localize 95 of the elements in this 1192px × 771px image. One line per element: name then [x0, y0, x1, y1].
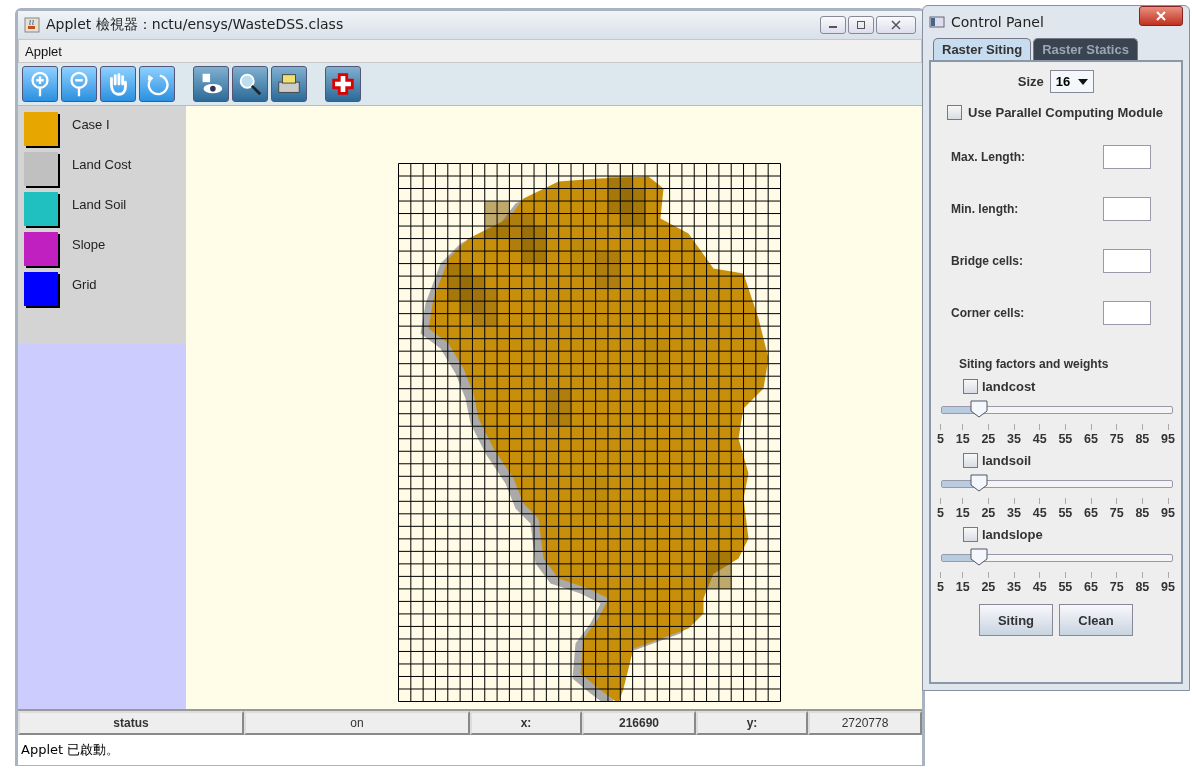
tick-label: 5 — [937, 506, 944, 520]
tick-label: 55 — [1058, 506, 1073, 520]
input-field[interactable] — [1103, 249, 1151, 273]
tick-label: 55 — [1058, 432, 1073, 446]
field-label: Min. length: — [951, 202, 1019, 216]
checkbox-label: landslope — [982, 527, 1043, 542]
action-button[interactable]: Clean — [1059, 604, 1133, 636]
tick-label: 75 — [1109, 506, 1124, 520]
legend-label: Case I — [72, 117, 110, 132]
tick-label: 15 — [955, 432, 970, 446]
slider-thumb[interactable] — [969, 400, 988, 418]
tab[interactable]: Raster Statics — [1033, 38, 1138, 60]
tick-label: 5 — [937, 580, 944, 594]
field-label: Max. Length: — [951, 150, 1025, 164]
tick-label: 25 — [981, 580, 996, 594]
window-title: Applet 檢視器：nctu/ensys/WasteDSS.class — [46, 16, 344, 34]
status-cell: 2720778 — [808, 711, 922, 735]
checkbox[interactable] — [963, 453, 978, 468]
checkbox-label: landsoil — [982, 453, 1032, 468]
checkbox[interactable] — [947, 105, 962, 120]
tick-label: 25 — [981, 432, 996, 446]
minimize-button[interactable] — [820, 16, 846, 34]
checkbox-label: landcost — [982, 379, 1036, 394]
help-button[interactable] — [325, 66, 361, 102]
size-label: Size — [1017, 74, 1044, 89]
print-button[interactable] — [271, 66, 307, 102]
tick-label: 85 — [1135, 580, 1150, 594]
input-field[interactable] — [1103, 301, 1151, 325]
legend-label: Land Soil — [72, 197, 127, 212]
tick-label: 5 — [937, 432, 944, 446]
slider-thumb[interactable] — [969, 474, 988, 492]
legend-swatch[interactable] — [24, 192, 58, 226]
slider-thumb[interactable] — [969, 548, 988, 566]
tick-label: 35 — [1007, 580, 1021, 594]
tick-label: 45 — [1032, 432, 1047, 446]
tick-label: 45 — [1032, 506, 1047, 520]
tick-label: 25 — [981, 506, 996, 520]
legend-label: Grid — [72, 277, 97, 292]
field-label: Corner cells: — [951, 306, 1025, 320]
zoom-out-button[interactable] — [61, 66, 97, 102]
status-cell: 216690 — [582, 711, 696, 735]
java-cup-icon — [24, 17, 40, 33]
close-button[interactable] — [1139, 6, 1183, 26]
hand-button[interactable] — [100, 66, 136, 102]
section-title: Siting factors and weights — [959, 357, 1109, 371]
close-icon — [1156, 11, 1166, 21]
legend-swatch[interactable] — [24, 232, 58, 266]
legend-label: Land Cost — [72, 157, 132, 172]
close-button[interactable] — [876, 16, 916, 34]
tick-label: 65 — [1084, 580, 1098, 594]
checkbox[interactable] — [963, 527, 978, 542]
status-cell: status — [18, 711, 244, 735]
legend-swatch[interactable] — [24, 112, 58, 146]
maximize-button[interactable] — [848, 16, 874, 34]
window-icon — [929, 14, 945, 30]
applet-status-text: Applet 已啟動。 — [21, 741, 120, 759]
tick-label: 65 — [1084, 432, 1098, 446]
field-label: Bridge cells: — [951, 254, 1024, 268]
status-cell: on — [244, 711, 470, 735]
legend-swatch[interactable] — [24, 272, 58, 306]
tick-label: 45 — [1032, 580, 1047, 594]
search-button[interactable] — [232, 66, 268, 102]
status-cell: y: — [696, 711, 808, 735]
tick-label: 95 — [1161, 506, 1175, 520]
tick-label: 35 — [1007, 506, 1021, 520]
maximize-icon — [856, 20, 866, 30]
caret-icon — [1078, 78, 1089, 85]
tick-label: 95 — [1161, 580, 1175, 594]
size-dropdown[interactable]: 16 — [1049, 70, 1095, 93]
legend-label: Slope — [72, 237, 106, 252]
action-button[interactable]: Siting — [979, 604, 1053, 636]
tick-label: 15 — [955, 580, 970, 594]
tick-label: 85 — [1135, 506, 1150, 520]
input-field[interactable] — [1103, 145, 1151, 169]
window-title: Control Panel — [951, 14, 1044, 30]
tick-label: 55 — [1058, 580, 1073, 594]
tab[interactable]: Raster Siting — [933, 38, 1032, 60]
tick-label: 15 — [955, 506, 970, 520]
status-cell: x: — [470, 711, 582, 735]
input-field[interactable] — [1103, 197, 1151, 221]
tick-label: 65 — [1084, 506, 1098, 520]
checkbox-label: Use Parallel Computing Module — [968, 105, 1164, 120]
close-icon — [891, 20, 901, 30]
cross-icon — [329, 70, 357, 98]
tick-label: 35 — [1007, 432, 1021, 446]
checkbox[interactable] — [963, 379, 978, 394]
tick-label: 95 — [1161, 432, 1175, 446]
refresh-button[interactable] — [139, 66, 175, 102]
legend-swatch[interactable] — [24, 152, 58, 186]
tick-label: 75 — [1109, 580, 1124, 594]
zoom-in-button[interactable] — [22, 66, 58, 102]
tick-label: 85 — [1135, 432, 1150, 446]
eye-button[interactable] — [193, 66, 229, 102]
tick-label: 75 — [1109, 432, 1124, 446]
menu-item[interactable]: Applet — [25, 43, 62, 59]
